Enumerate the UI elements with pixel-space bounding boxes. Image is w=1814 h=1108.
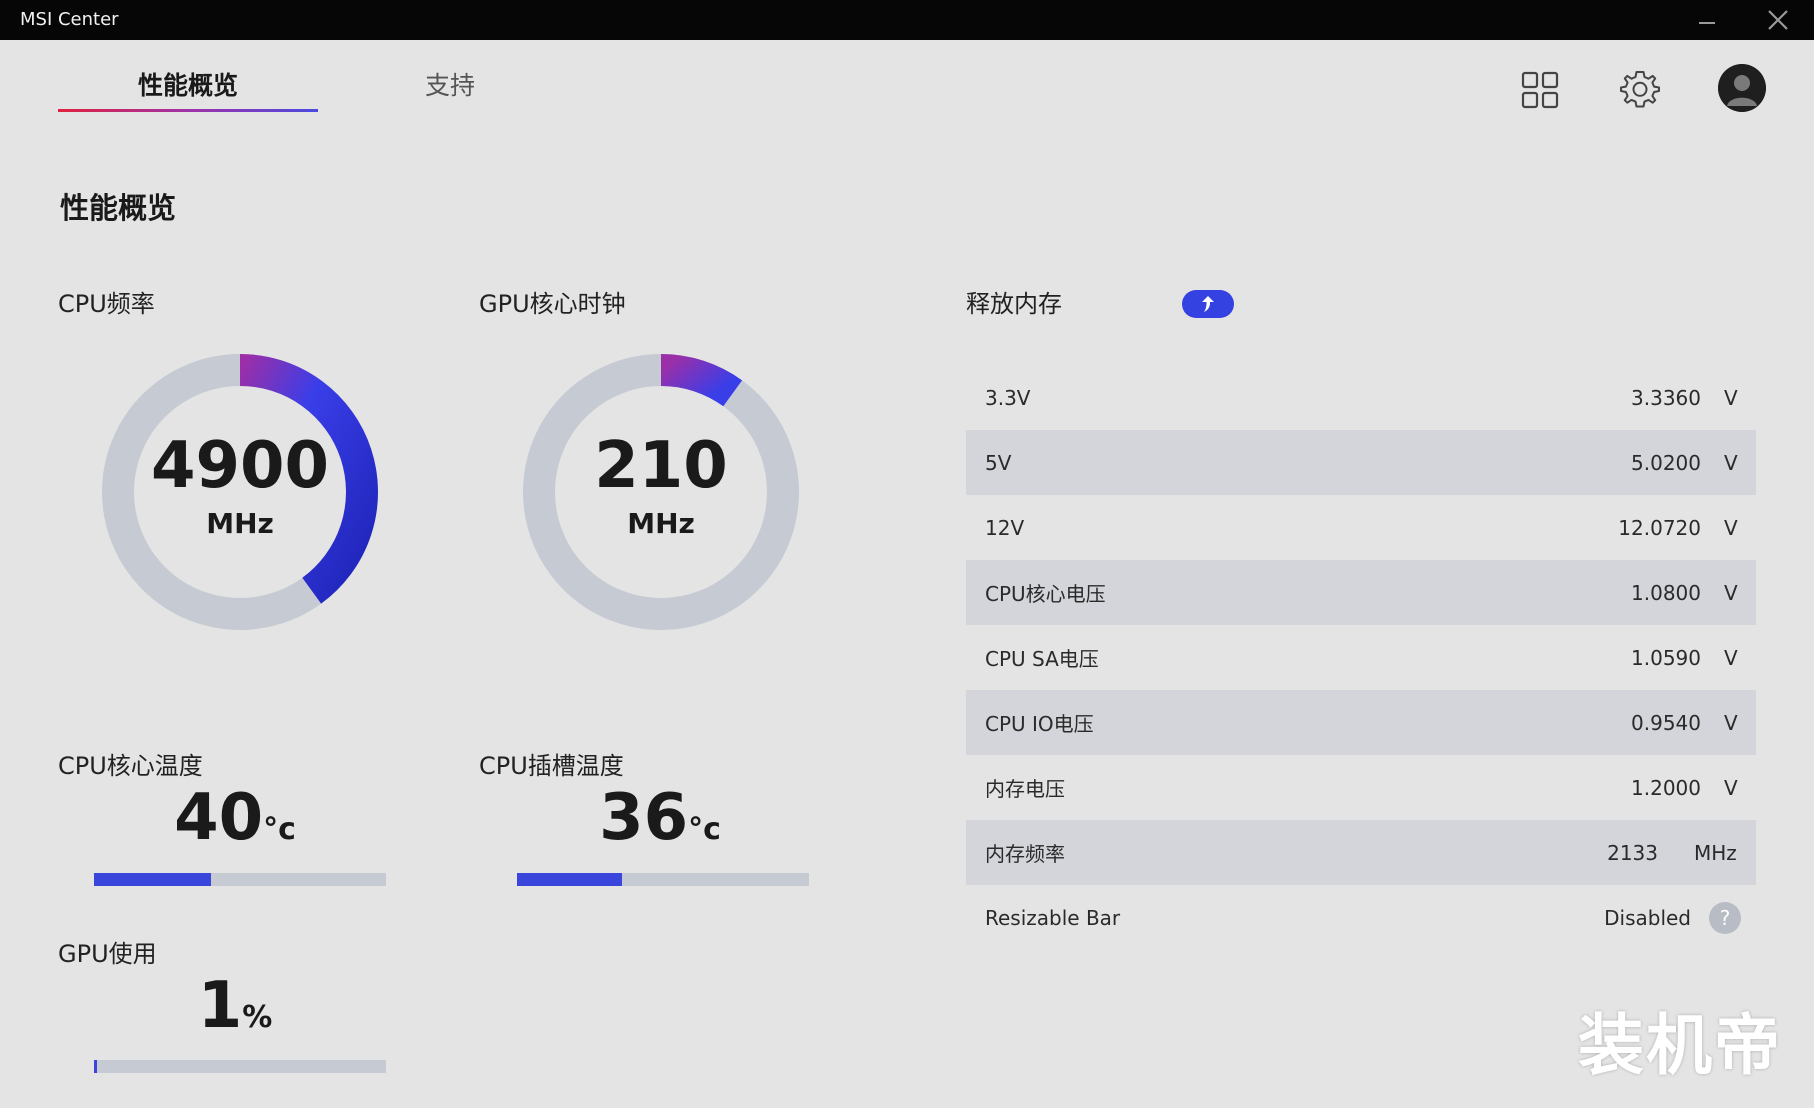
row-unit: MHz: [1694, 840, 1737, 865]
row-name: 5V: [985, 450, 1012, 475]
row-name: CPU SA电压: [985, 647, 1099, 671]
cpu-core-temp-value: 40: [174, 781, 264, 855]
gpu-usage-value: 1: [197, 969, 243, 1043]
active-tab-indicator: [58, 109, 318, 112]
release-memory-button[interactable]: [1182, 290, 1234, 318]
cpu-core-temp-bar: [94, 873, 386, 886]
cpu-socket-temp-unit: °c: [688, 812, 721, 847]
app-title: MSI Center: [20, 9, 119, 30]
cpu-core-temp-unit: °c: [263, 812, 296, 847]
row-value: 12.0720: [1618, 515, 1701, 540]
cpu-frequency-gauge: 4900 MHz: [100, 352, 380, 632]
boost-arrow-icon: [1202, 296, 1214, 312]
table-row: CPU SA电压 1.0590 V: [966, 625, 1756, 690]
row-value: 2133: [1607, 840, 1658, 865]
table-row: 内存电压 1.2000 V: [966, 755, 1756, 820]
gpu-usage-bar: [94, 1060, 386, 1073]
resizable-bar-status: Disabled: [1604, 905, 1691, 930]
row-name: 3.3V: [985, 385, 1031, 410]
table-row: 3.3V 3.3360 V: [966, 365, 1756, 430]
row-name: CPU IO电压: [985, 712, 1094, 736]
cpu-core-temp-readout: 40°c: [85, 786, 385, 850]
row-name: 内存频率: [985, 842, 1065, 866]
table-row: 12V 12.0720 V: [966, 495, 1756, 560]
row-unit: V: [1724, 645, 1738, 670]
gpu-clock-gauge: 210 MHz: [521, 352, 801, 632]
table-row: CPU IO电压 0.9540 V: [966, 690, 1756, 755]
cpu-socket-temp-bar-fill: [517, 873, 623, 886]
row-unit: V: [1724, 710, 1738, 735]
cpu-core-temp-bar-fill: [94, 873, 211, 886]
gpu-clock-unit: MHz: [627, 507, 695, 540]
cpu-socket-temp-label: CPU插槽温度: [479, 752, 624, 780]
row-unit: V: [1724, 385, 1738, 410]
page-title: 性能概览: [60, 191, 177, 225]
title-bar: MSI Center: [0, 0, 1814, 40]
help-icon[interactable]: ?: [1709, 902, 1741, 934]
row-value: 5.0200: [1631, 450, 1701, 475]
close-button[interactable]: [1748, 0, 1808, 40]
gpu-usage-bar-fill: [94, 1060, 97, 1073]
row-value: 3.3360: [1631, 385, 1701, 410]
table-row: Resizable Bar Disabled ?: [966, 885, 1756, 950]
watermark: 装机帝: [1578, 1007, 1782, 1084]
avatar[interactable]: [1718, 64, 1766, 112]
gpu-gauge-arc: [660, 354, 743, 407]
row-name: Resizable Bar: [985, 905, 1121, 930]
gpu-usage-label: GPU使用: [58, 940, 157, 968]
cpu-frequency-unit: MHz: [206, 507, 274, 540]
row-unit: V: [1724, 515, 1738, 540]
gear-icon[interactable]: [1616, 66, 1664, 114]
table-row: 内存频率 2133 MHz: [966, 820, 1756, 885]
tab-performance-overview[interactable]: 性能概览: [58, 66, 318, 102]
gpu-usage-unit: %: [242, 1000, 273, 1035]
row-unit: V: [1724, 580, 1738, 605]
cpu-frequency-value: 4900: [150, 429, 330, 503]
row-value: 1.2000: [1631, 775, 1701, 800]
minimize-button[interactable]: [1677, 0, 1737, 40]
table-row: 5V 5.0200 V: [966, 430, 1756, 495]
row-unit: V: [1724, 450, 1738, 475]
row-value: 1.0590: [1631, 645, 1701, 670]
close-icon: [1768, 10, 1788, 30]
user-icon: [1718, 64, 1766, 112]
gpu-clock-value: 210: [594, 429, 728, 503]
row-name: 内存电压: [985, 777, 1065, 801]
tab-support[interactable]: 支持: [400, 66, 500, 102]
gpu-clock-label: GPU核心时钟: [479, 290, 626, 318]
row-value: 1.0800: [1631, 580, 1701, 605]
gpu-usage-readout: 1%: [85, 974, 385, 1038]
voltage-table: 3.3V 3.3360 V 5V 5.0200 V 12V 12.0720 V …: [966, 365, 1756, 950]
cpu-socket-temp-readout: 36°c: [510, 786, 810, 850]
cpu-frequency-label: CPU频率: [58, 290, 155, 318]
row-value: 0.9540: [1631, 710, 1701, 735]
cpu-core-temp-label: CPU核心温度: [58, 752, 203, 780]
row-name: 12V: [985, 515, 1025, 540]
minimize-icon: [1699, 22, 1715, 24]
table-row: CPU核心电压 1.0800 V: [966, 560, 1756, 625]
release-memory-label: 释放内存: [966, 290, 1062, 318]
row-unit: V: [1724, 775, 1738, 800]
row-name: CPU核心电压: [985, 582, 1106, 606]
cpu-socket-temp-value: 36: [599, 781, 689, 855]
cpu-socket-temp-bar: [517, 873, 809, 886]
grid-icon[interactable]: [1516, 66, 1564, 114]
